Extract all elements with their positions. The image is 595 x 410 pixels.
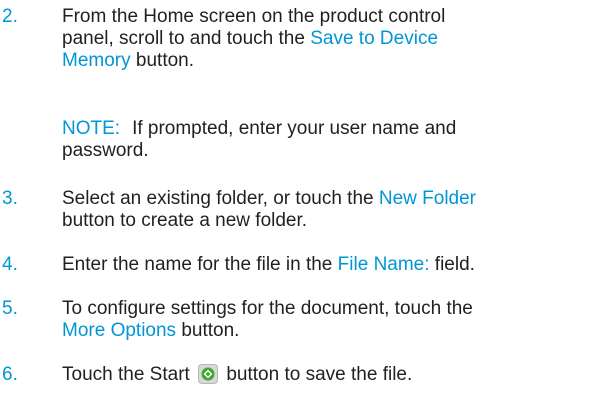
step-number: 2. (2, 6, 18, 27)
step-text-segment: panel, scroll to and touch the (62, 28, 311, 49)
step-text-segment: Enter the name for the file in the (62, 254, 338, 275)
note-text: If prompted, enter your user name and (132, 118, 457, 139)
save-to-device-memory-link[interactable]: Memory (62, 50, 131, 71)
step-text-segment: Select an existing folder, or touch the (62, 188, 379, 209)
step-number: 4. (2, 254, 18, 275)
step-text-segment: field. (429, 254, 475, 275)
step-text-line: panel, scroll to and touch the Save to D… (62, 28, 582, 50)
step-number: 5. (2, 298, 18, 319)
step-text-line: Touch the Start button to save the file. (62, 364, 582, 386)
step-text-line: From the Home screen on the product cont… (62, 6, 446, 27)
more-options-link[interactable]: More Options (62, 320, 176, 341)
note-line: password. (62, 140, 149, 161)
step-text-segment: button. (130, 50, 195, 71)
save-to-device-memory-link[interactable]: Save to Device (310, 28, 438, 49)
step-text-line: button to create a new folder. (62, 210, 308, 231)
note-line: NOTE: If prompted, enter your user name a… (62, 118, 582, 140)
step-text-segment: Touch the Start (62, 364, 196, 385)
new-folder-link[interactable]: New Folder (379, 188, 476, 209)
step-text-line: To configure settings for the document, … (62, 298, 473, 319)
step-text: Select an existing folder, or touch the … (62, 188, 582, 232)
step-number: 3. (2, 188, 18, 209)
file-name-field-link[interactable]: File Name: (338, 254, 430, 275)
note-block: NOTE: If prompted, enter your user name a… (62, 118, 582, 162)
step-text-segment: button. (176, 320, 240, 341)
step-text-line: Enter the name for the file in the File … (62, 254, 582, 276)
step-text: Enter the name for the file in the File … (62, 254, 582, 276)
step-text: To configure settings for the document, … (62, 298, 582, 342)
step-number: 6. (2, 364, 18, 385)
step-text-line: Select an existing folder, or touch the … (62, 188, 582, 210)
step-text-line: Memory button. (62, 50, 582, 72)
step-text: Touch the Start button to save the file. (62, 364, 582, 386)
start-button-icon (198, 364, 219, 384)
note-label: NOTE: (62, 118, 121, 139)
instructions-page: 2. From the Home screen on the product c… (0, 0, 595, 410)
step-text-line: More Options button. (62, 320, 582, 342)
step-text: From the Home screen on the product cont… (62, 6, 582, 72)
step-text-segment: button to save the file. (221, 364, 413, 385)
